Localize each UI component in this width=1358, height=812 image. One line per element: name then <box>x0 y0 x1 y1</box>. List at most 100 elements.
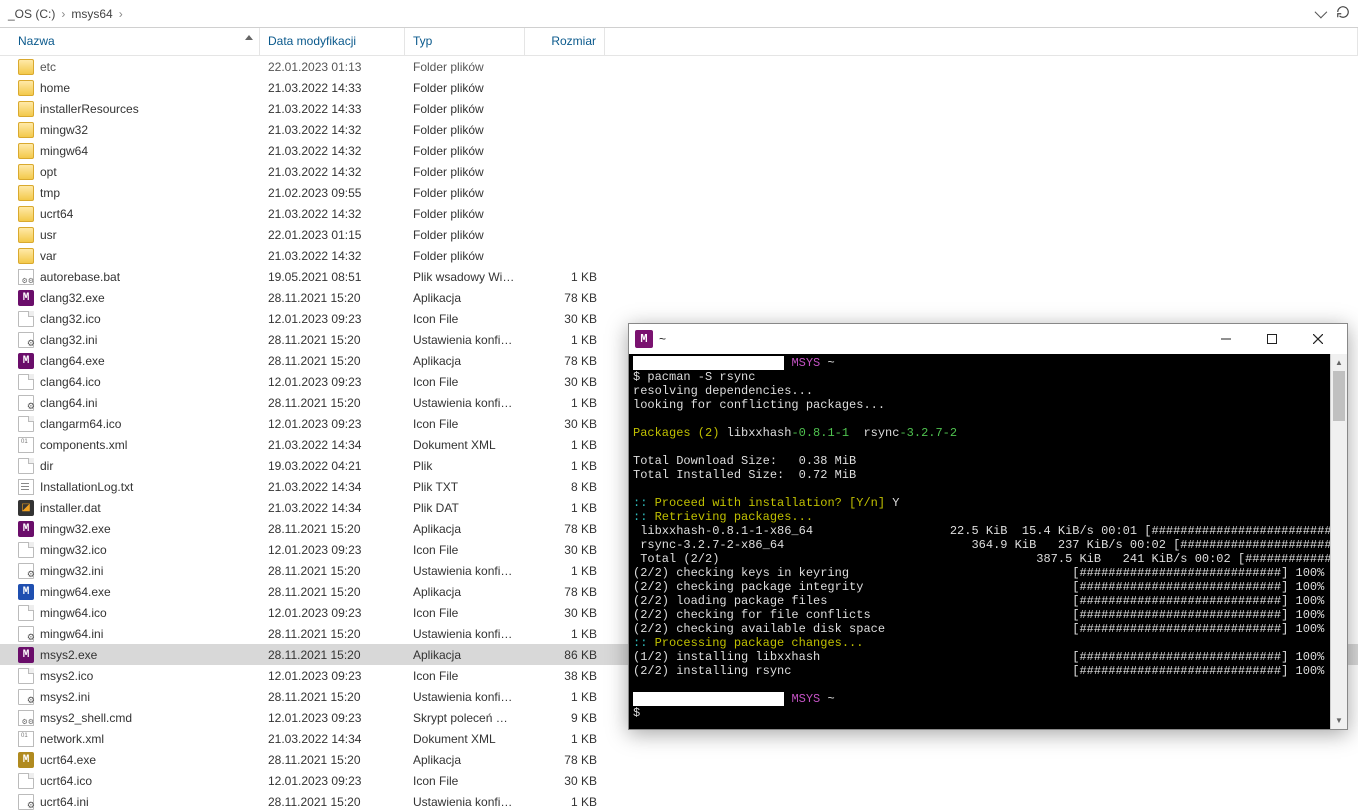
file-date: 12.01.2023 09:23 <box>260 417 405 431</box>
file-icon <box>18 374 34 390</box>
file-date: 28.11.2021 15:20 <box>260 795 405 809</box>
history-dropdown-icon[interactable] <box>1315 7 1324 21</box>
folder-icon <box>18 248 34 264</box>
scroll-thumb[interactable] <box>1333 371 1345 421</box>
file-date: 21.03.2022 14:32 <box>260 207 405 221</box>
file-date: 12.01.2023 09:23 <box>260 711 405 725</box>
file-type: Ustawienia konfig... <box>405 396 525 410</box>
file-date: 21.03.2022 14:34 <box>260 732 405 746</box>
refresh-icon[interactable] <box>1336 5 1350 22</box>
file-row[interactable]: opt21.03.2022 14:32Folder plików <box>0 161 1358 182</box>
close-button[interactable] <box>1295 324 1341 354</box>
file-date: 12.01.2023 09:23 <box>260 774 405 788</box>
file-type: Aplikacja <box>405 585 525 599</box>
scroll-down-icon[interactable]: ▼ <box>1331 712 1347 729</box>
file-name: mingw32.exe <box>40 522 111 536</box>
app-icon: M <box>18 353 34 369</box>
column-size[interactable]: Rozmiar <box>525 28 605 55</box>
file-row[interactable]: home21.03.2022 14:33Folder plików <box>0 77 1358 98</box>
file-date: 12.01.2023 09:23 <box>260 669 405 683</box>
file-row[interactable]: etc22.01.2023 01:13Folder plików <box>0 56 1358 77</box>
file-row[interactable]: tmp 21.02.2023 09:55Folder plików <box>0 182 1358 203</box>
file-size: 78 KB <box>525 753 605 767</box>
file-date: 28.11.2021 15:20 <box>260 522 405 536</box>
file-type: Icon File <box>405 669 525 683</box>
column-date[interactable]: Data modyfikacji <box>260 28 405 55</box>
file-size: 1 KB <box>525 438 605 452</box>
terminal-window[interactable]: M ~ MSYS ~ $ pacman -S rsync resolving d… <box>628 323 1348 730</box>
breadcrumb[interactable]: _OS (C:) › msys64 › <box>8 7 123 21</box>
file-date: 28.11.2021 15:20 <box>260 753 405 767</box>
file-name: mingw64 <box>40 144 88 158</box>
file-row[interactable]: installerResources21.03.2022 14:33Folder… <box>0 98 1358 119</box>
file-row[interactable]: mingw3221.03.2022 14:32Folder plików <box>0 119 1358 140</box>
file-date: 19.03.2022 04:21 <box>260 459 405 473</box>
file-date: 21.03.2022 14:33 <box>260 102 405 116</box>
file-type: Icon File <box>405 543 525 557</box>
file-name: InstallationLog.txt <box>40 480 133 494</box>
terminal-body[interactable]: MSYS ~ $ pacman -S rsync resolving depen… <box>629 354 1347 729</box>
file-name: tmp <box>40 186 60 200</box>
file-row[interactable]: ucrt64.ico12.01.2023 09:23Icon File30 KB <box>0 770 1358 791</box>
file-size: 1 KB <box>525 564 605 578</box>
file-size: 30 KB <box>525 774 605 788</box>
file-row[interactable]: mingw6421.03.2022 14:32Folder plików <box>0 140 1358 161</box>
file-type: Aplikacja <box>405 648 525 662</box>
minimize-button[interactable] <box>1203 324 1249 354</box>
file-type: Icon File <box>405 774 525 788</box>
column-type[interactable]: Typ <box>405 28 525 55</box>
terminal-scrollbar[interactable]: ▲ ▼ <box>1330 354 1347 729</box>
file-date: 21.03.2022 14:34 <box>260 501 405 515</box>
column-name[interactable]: Nazwa <box>0 28 260 55</box>
file-size: 1 KB <box>525 270 605 284</box>
file-date: 21.03.2022 14:32 <box>260 249 405 263</box>
folder-icon <box>18 164 34 180</box>
file-name: etc <box>40 60 56 74</box>
file-date: 28.11.2021 15:20 <box>260 396 405 410</box>
file-name: ucrt64.ini <box>40 795 89 809</box>
file-type: Folder plików <box>405 165 525 179</box>
folder-icon <box>18 80 34 96</box>
file-row[interactable]: var21.03.2022 14:32Folder plików <box>0 245 1358 266</box>
file-date: 21.03.2022 14:32 <box>260 144 405 158</box>
file-type: Aplikacja <box>405 753 525 767</box>
file-size: 1 KB <box>525 732 605 746</box>
file-type: Aplikacja <box>405 354 525 368</box>
file-row[interactable]: ucrt64.ini28.11.2021 15:20Ustawienia kon… <box>0 791 1358 812</box>
maximize-button[interactable] <box>1249 324 1295 354</box>
file-icon <box>18 437 34 453</box>
file-name: mingw64.ico <box>40 606 107 620</box>
file-type: Dokument XML <box>405 732 525 746</box>
file-name: clang32.ini <box>40 333 97 347</box>
folder-icon <box>18 143 34 159</box>
file-row[interactable]: usr22.01.2023 01:15Folder plików <box>0 224 1358 245</box>
file-type: Folder plików <box>405 102 525 116</box>
file-type: Aplikacja <box>405 522 525 536</box>
scroll-up-icon[interactable]: ▲ <box>1331 354 1347 371</box>
terminal-titlebar[interactable]: M ~ <box>629 324 1347 354</box>
file-name: mingw64.exe <box>40 585 111 599</box>
breadcrumb-separator-icon: › <box>119 7 123 21</box>
file-type: Folder plików <box>405 186 525 200</box>
file-name: clang64.ini <box>40 396 97 410</box>
file-row[interactable]: Mucrt64.exe28.11.2021 15:20Aplikacja78 K… <box>0 749 1358 770</box>
file-size: 1 KB <box>525 396 605 410</box>
file-size: 78 KB <box>525 585 605 599</box>
file-row[interactable]: autorebase.bat19.05.2021 08:51Plik wsado… <box>0 266 1358 287</box>
file-date: 21.02.2023 09:55 <box>260 186 405 200</box>
file-type: Skrypt poleceń Wi... <box>405 711 525 725</box>
file-row[interactable]: Mclang32.exe28.11.2021 15:20Aplikacja78 … <box>0 287 1358 308</box>
file-date: 28.11.2021 15:20 <box>260 585 405 599</box>
address-bar[interactable]: _OS (C:) › msys64 › <box>0 0 1358 28</box>
file-type: Plik TXT <box>405 480 525 494</box>
file-row[interactable]: ucrt6421.03.2022 14:32Folder plików <box>0 203 1358 224</box>
breadcrumb-part-1[interactable]: msys64 <box>71 7 112 21</box>
file-type: Folder plików <box>405 123 525 137</box>
app-icon: M <box>18 584 34 600</box>
file-row[interactable]: network.xml21.03.2022 14:34Dokument XML1… <box>0 728 1358 749</box>
file-date: 21.03.2022 14:32 <box>260 123 405 137</box>
breadcrumb-part-0[interactable]: _OS (C:) <box>8 7 55 21</box>
file-name: usr <box>40 228 57 242</box>
file-type: Ustawienia konfig... <box>405 627 525 641</box>
file-icon <box>18 479 34 495</box>
